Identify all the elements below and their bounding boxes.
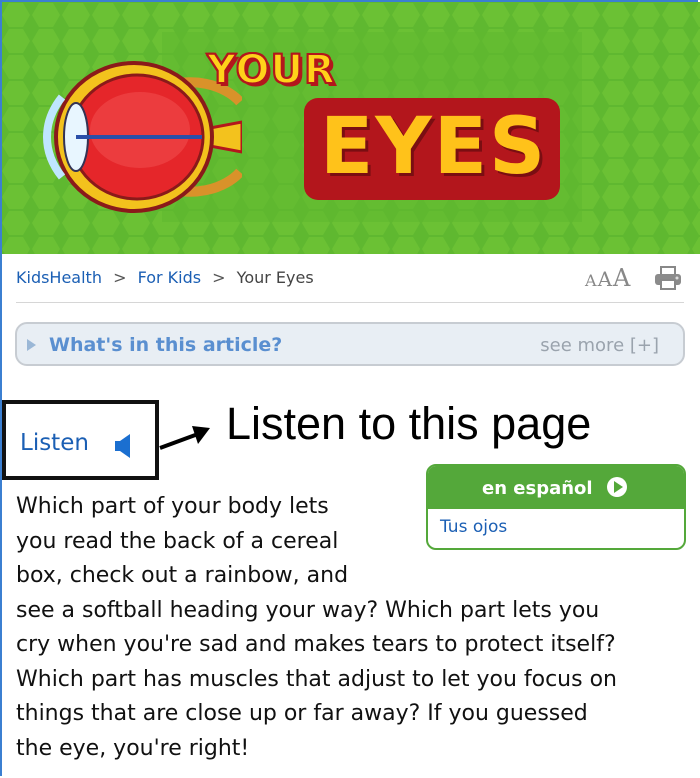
text-size-small-button[interactable]: A [585, 271, 597, 290]
banner-title-eyes: EYES [320, 102, 548, 192]
paragraph-line: you read the back of a cereal [16, 528, 339, 554]
breadcrumb-section-link[interactable]: For Kids [138, 268, 202, 287]
paragraph-line: the eye, you're right! [16, 735, 250, 761]
text-size-controls: AAA [585, 264, 631, 292]
divider [16, 302, 684, 303]
paragraph-line: box, check out a rainbow, and [16, 563, 349, 588]
see-more-link[interactable]: see more [+] [540, 335, 659, 356]
breadcrumb-current: Your Eyes [236, 268, 314, 287]
banner: YOUR EYES [2, 2, 700, 254]
banner-title-your: YOUR [206, 46, 336, 94]
printer-icon[interactable] [654, 266, 682, 290]
paragraph-line: cry when you're sad and makes tears to p… [16, 632, 616, 657]
breadcrumb: KidsHealth > For Kids > Your Eyes [16, 268, 314, 287]
breadcrumb-home-link[interactable]: KidsHealth [16, 268, 102, 287]
article-contents-label: What's in this article? [49, 334, 283, 356]
intro-paragraph: Which part of your body lets you read th… [16, 490, 696, 766]
breadcrumb-separator: > [212, 268, 226, 287]
paragraph-line: Which part of your body lets [16, 494, 329, 519]
text-size-medium-button[interactable]: A [598, 267, 612, 291]
listen-highlight-box: Listen [2, 400, 159, 480]
breadcrumb-separator: > [113, 268, 127, 287]
listen-link[interactable]: Listen [20, 430, 89, 456]
speaker-icon[interactable] [114, 433, 132, 459]
annotation-arrow-icon [159, 426, 210, 450]
annotation-text: Listen to this page [226, 398, 592, 449]
text-size-large-button[interactable]: A [613, 264, 630, 292]
paragraph-line: see a softball heading your way? Which p… [16, 597, 600, 623]
paragraph-line: Which part has muscles that adjust to le… [16, 666, 617, 692]
paragraph-line: things that are close up or far away? If… [16, 701, 588, 726]
expand-triangle-icon [27, 339, 36, 351]
article-contents-toggle[interactable]: What's in this article? see more [+] [15, 322, 685, 366]
